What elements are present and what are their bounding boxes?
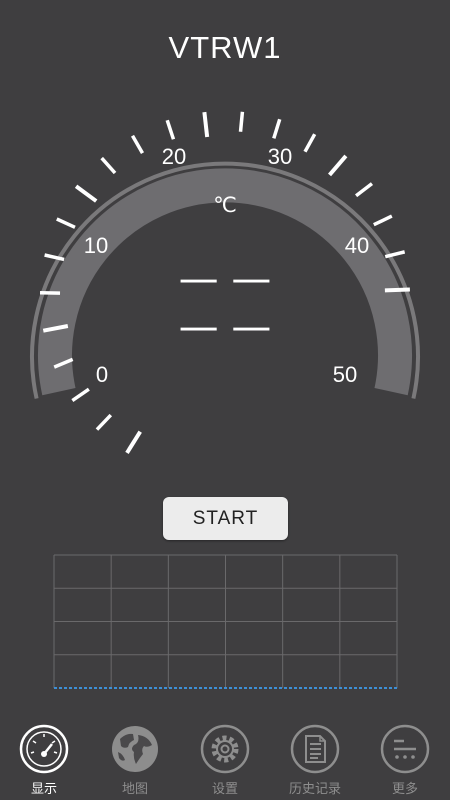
nav-item-settings[interactable]: 设置: [190, 724, 260, 800]
nav-label-settings: 设置: [211, 782, 238, 797]
live-chart: [53, 554, 398, 689]
gauge-icon: [19, 724, 69, 774]
nav-label-history: 历史记录: [288, 782, 341, 797]
gear-icon: [200, 724, 250, 774]
nav-item-more[interactable]: 更多: [370, 724, 440, 800]
nav-item-map[interactable]: 地图: [100, 724, 170, 800]
chart-grid: [53, 554, 398, 688]
nav-item-history[interactable]: 历史记录: [280, 724, 350, 800]
nav-label-more: 更多: [391, 782, 418, 797]
nav-label-display: 显示: [30, 782, 57, 797]
nav-label-map: 地图: [121, 782, 148, 797]
bottom-nav: 显示 地图 设置 历史记录 更多: [0, 718, 450, 800]
globe-icon: [112, 726, 158, 772]
nav-item-display[interactable]: 显示: [9, 724, 79, 800]
document-icon: [290, 724, 340, 774]
more-icon: [380, 724, 430, 774]
